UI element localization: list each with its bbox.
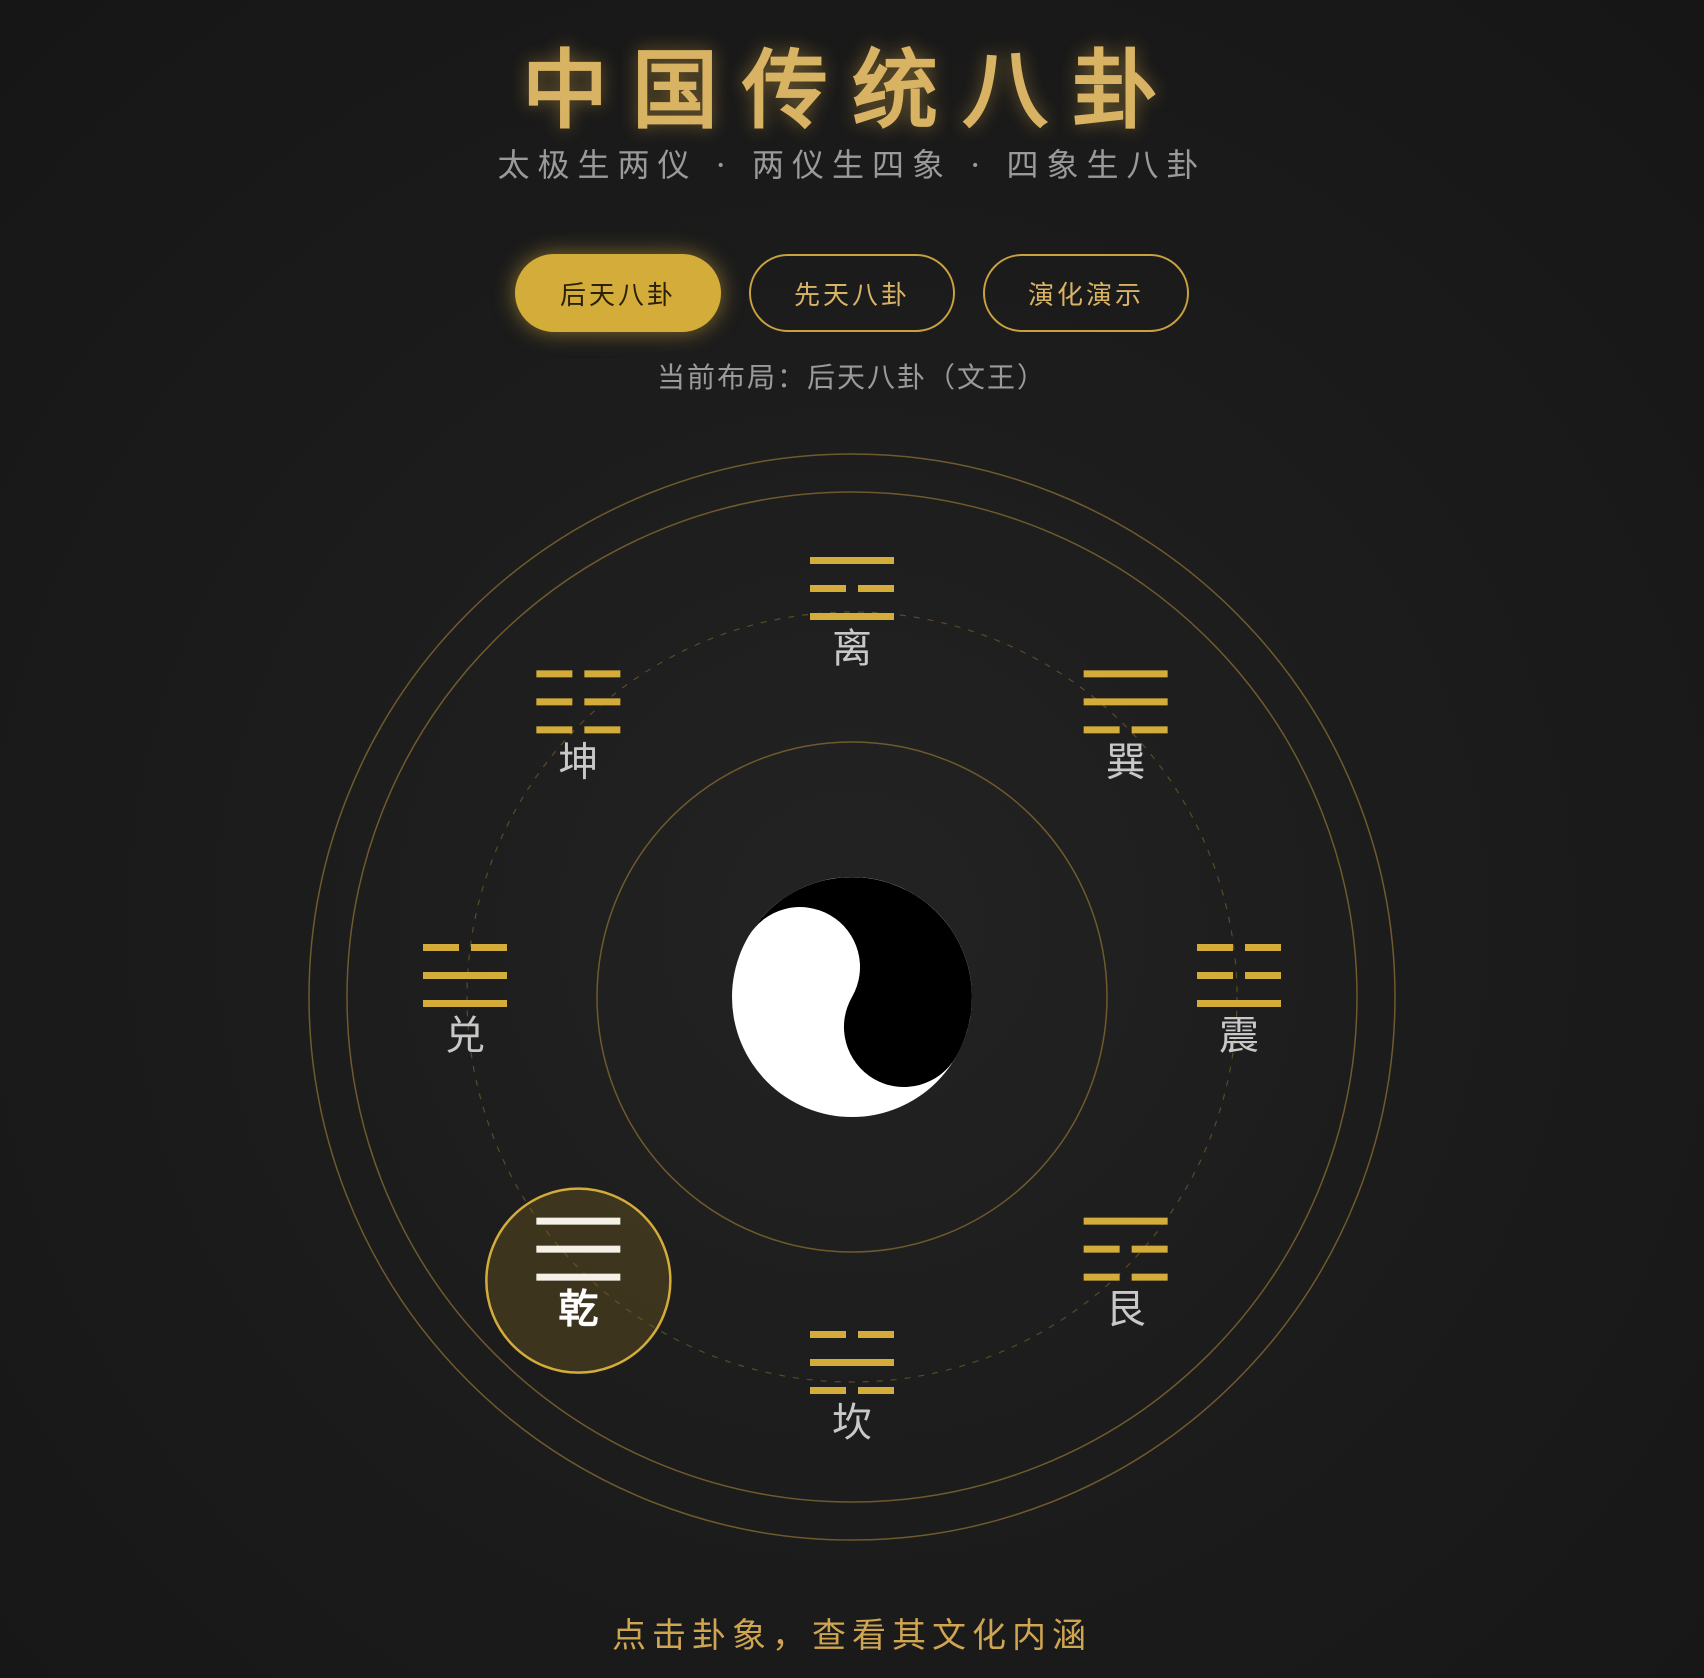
trigram-label-qian: 乾: [558, 1286, 598, 1333]
yin-line: [536, 670, 573, 678]
yang-line: [423, 972, 507, 979]
yang-line: [810, 557, 894, 564]
bagua-page: 中国传统八卦 太极生两仪 · 两仪生四象 · 四象生八卦 后天八卦 先天八卦 演…: [0, 0, 1704, 1678]
yang-line: [536, 1245, 621, 1253]
yin-line: [858, 585, 894, 592]
trigram-xun[interactable]: 巽: [1083, 670, 1168, 785]
yang-line: [810, 613, 894, 620]
trigram-kun[interactable]: 坤: [536, 670, 621, 785]
yang-line: [1083, 698, 1168, 706]
yang-line: [1083, 670, 1168, 678]
yin-line: [1131, 726, 1168, 734]
yin-line: [810, 1331, 846, 1338]
yin-line: [1197, 972, 1233, 979]
trigram-label-kun: 坤: [558, 739, 598, 785]
yang-line: [536, 1217, 621, 1225]
trigram-label-kan: 坎: [832, 1400, 872, 1446]
taiji-yin-yang-icon[interactable]: [718, 833, 1016, 1117]
yin-line: [584, 726, 621, 734]
yin-line: [536, 726, 573, 734]
yin-line: [471, 944, 507, 951]
yin-line: [1197, 944, 1233, 951]
bagua-diagram: 离坤 巽兑 震乾坎 艮: [308, 453, 1396, 1541]
trigram-li[interactable]: 离: [810, 557, 894, 672]
yin-line: [810, 1387, 846, 1394]
yang-line: [423, 1000, 507, 1007]
yin-line: [858, 1387, 894, 1394]
yin-line: [810, 585, 846, 592]
trigram-label-li: 离: [832, 626, 872, 672]
yin-line: [1083, 1273, 1120, 1281]
yin-line: [1131, 1245, 1168, 1253]
yin-line: [1131, 1273, 1168, 1281]
yin-line: [584, 698, 621, 706]
yin-line: [858, 1331, 894, 1338]
trigram-label-xun: 巽: [1106, 739, 1146, 785]
yin-line: [1245, 972, 1281, 979]
yin-line: [1083, 1245, 1120, 1253]
yin-line: [1245, 944, 1281, 951]
trigram-label-gen: 艮: [1106, 1287, 1146, 1333]
yin-line: [536, 698, 573, 706]
yin-line: [584, 670, 621, 678]
footer-hint: 点击卦象，查看其文化内涵: [612, 1616, 1092, 1656]
yang-line: [810, 1359, 894, 1366]
yang-line: [1083, 1217, 1168, 1225]
trigram-label-zhen: 震: [1219, 1013, 1259, 1059]
yang-line: [536, 1273, 621, 1281]
yin-line: [423, 944, 459, 951]
yang-line: [1197, 1000, 1281, 1007]
trigram-zhen[interactable]: 震: [1197, 944, 1281, 1059]
trigram-dui[interactable]: 兑: [423, 944, 507, 1059]
trigram-qian[interactable]: 乾: [485, 1187, 672, 1374]
trigram-label-dui: 兑: [445, 1013, 485, 1059]
yin-line: [1083, 726, 1120, 734]
trigram-kan[interactable]: 坎: [810, 1331, 894, 1446]
